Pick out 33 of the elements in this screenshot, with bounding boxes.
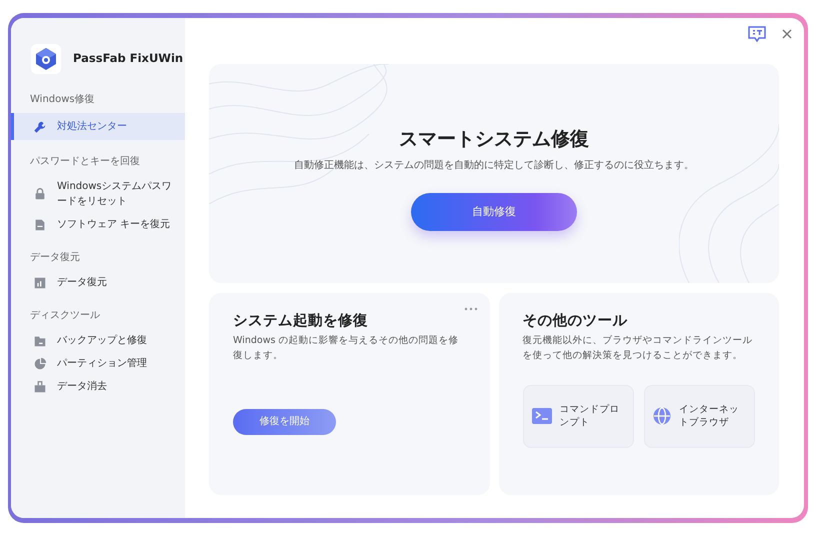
terminal-icon	[532, 408, 552, 424]
card-title: その他のツール	[522, 313, 628, 330]
card-description: 復元機能以外に、ブラウザやコマンドラインツールを使って他の解決策を見つけることができます。	[522, 334, 754, 363]
hero-title: スマートシステム修復	[399, 128, 589, 150]
tool-button[interactable]: コマンドプロンプト	[522, 384, 634, 448]
lock-icon	[33, 187, 47, 201]
section-heading: ディスクツール	[29, 309, 101, 323]
tool-button[interactable]: インターネットブラウザ	[644, 384, 755, 448]
sidebar-item[interactable]: パーティション管理	[11, 352, 185, 375]
chart-icon	[33, 276, 47, 290]
section-heading: パスワードとキーを回復	[29, 155, 141, 169]
more-icon[interactable]	[464, 307, 478, 311]
wrench-icon	[33, 120, 47, 134]
hero-description: 自動修正機能は、システムの問題を自動的に特定して診断し、修正するのに役立ちます。	[294, 158, 694, 174]
card-title: システム起動を修復	[233, 313, 369, 330]
close-icon[interactable]	[782, 29, 792, 39]
sidebar-item[interactable]: ソフトウェア キーを復元	[11, 213, 185, 236]
card-description: Windows の起動に影響を与えるその他の問題を修復します。	[233, 334, 460, 363]
globe-icon	[652, 407, 671, 426]
section-heading: Windows修復	[29, 93, 96, 107]
document-icon	[33, 218, 47, 232]
auto-repair-button[interactable]: 自動修復	[411, 193, 577, 232]
sidebar-item[interactable]: Windowsシステムパスワードをリセット	[11, 175, 185, 213]
sidebar-item[interactable]: データ復元	[11, 271, 185, 294]
section-heading: データ復元	[29, 251, 81, 265]
pie-chart-icon	[33, 356, 47, 370]
sidebar-item[interactable]: バックアップと修復	[11, 329, 185, 352]
sidebar-item[interactable]: データ消去	[11, 375, 185, 398]
feedback-icon[interactable]	[748, 26, 766, 42]
app-logo	[31, 44, 61, 74]
folder-icon	[33, 334, 47, 348]
app-name: PassFab FixUWin	[73, 50, 184, 68]
sidebar-item[interactable]: 対処法センター	[11, 113, 185, 140]
